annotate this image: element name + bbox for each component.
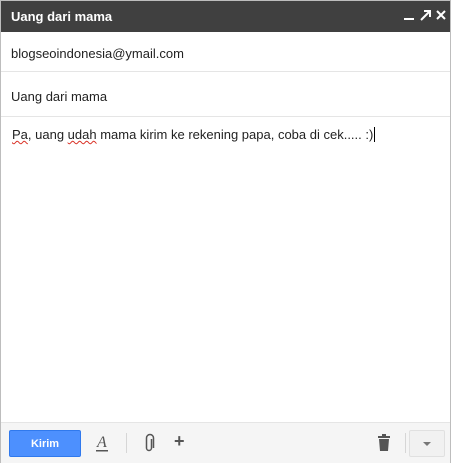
svg-text:A: A [96,434,107,451]
subject-field[interactable]: Uang dari mama [1,78,450,117]
compose-titlebar[interactable]: Uang dari mama [1,1,450,32]
compose-title: Uang dari mama [11,9,113,24]
minimize-icon[interactable] [402,6,416,24]
body-text-segment: mama kirim ke rekening papa, coba di cek… [96,127,374,142]
subject-value: Uang dari mama [11,89,108,104]
more-options-button[interactable] [409,430,445,457]
popout-icon[interactable] [418,6,432,24]
trash-icon[interactable] [377,434,391,454]
paperclip-icon[interactable] [144,433,156,453]
toolbar-divider [405,433,406,453]
body-text-segment: , uang [27,127,68,142]
toolbar-divider [126,433,127,453]
close-icon[interactable] [434,6,448,24]
compose-window: Uang dari mama blogseoindonesia@ymail.co… [0,0,451,463]
message-body[interactable]: Pa, uang udah mama kirim ke rekening pap… [1,117,450,421]
plus-icon[interactable]: + [174,431,185,451]
to-value: blogseoindonesia@ymail.com [11,46,184,61]
text-caret [374,127,376,142]
formatting-icon[interactable]: A [95,432,109,452]
chevron-down-icon [423,442,431,446]
spellcheck-word: Pa [12,127,28,142]
spellcheck-word: udah [67,127,97,142]
compose-toolbar: Kirim A + [1,422,450,463]
to-field[interactable]: blogseoindonesia@ymail.com [1,33,450,72]
send-button[interactable]: Kirim [9,430,81,457]
message-body-text: Pa, uang udah mama kirim ke rekening pap… [12,127,376,142]
